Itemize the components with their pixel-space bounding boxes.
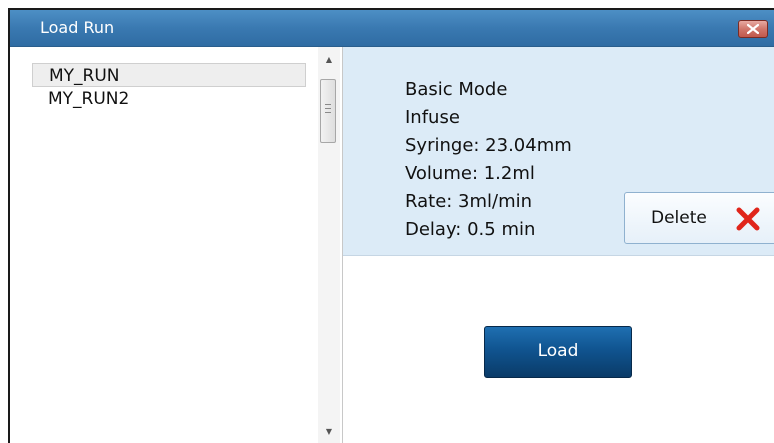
delay-text: Delay: 0.5 min	[405, 219, 536, 240]
direction-text: Infuse	[405, 107, 460, 128]
arrow-up-icon[interactable]: ▲	[318, 51, 340, 69]
volume-text: Volume: 1.2ml	[405, 163, 535, 184]
list-item[interactable]: MY_RUN2	[32, 87, 306, 111]
load-run-window: Load Run MY_RUN MY_RUN2 ▲ ▼ Basic Mode I…	[8, 8, 774, 443]
run-name: MY_RUN2	[48, 89, 130, 109]
scroll-thumb[interactable]	[320, 79, 336, 143]
grip-line	[325, 112, 331, 113]
run-list: MY_RUN MY_RUN2 ▲ ▼	[10, 47, 343, 443]
run-details: Basic Mode Infuse Syringe: 23.04mm Volum…	[343, 47, 774, 256]
delete-label: Delete	[651, 208, 707, 228]
rate-text: Rate: 3ml/min	[405, 191, 533, 212]
window-title: Load Run	[40, 18, 115, 37]
grip-line	[325, 104, 331, 105]
syringe-text: Syringe: 23.04mm	[405, 135, 572, 156]
red-x-icon	[736, 207, 760, 231]
arrow-down-icon[interactable]: ▼	[318, 423, 340, 441]
vertical-scrollbar[interactable]: ▲ ▼	[318, 47, 340, 443]
mode-text: Basic Mode	[405, 79, 508, 100]
load-label: Load	[537, 341, 579, 361]
close-button[interactable]	[738, 20, 768, 38]
run-name: MY_RUN	[49, 66, 120, 86]
close-icon	[747, 24, 759, 34]
delete-button[interactable]: Delete	[624, 192, 774, 244]
title-bar[interactable]: Load Run	[10, 10, 774, 47]
list-item[interactable]: MY_RUN	[32, 63, 306, 87]
load-button[interactable]: Load	[484, 326, 632, 378]
grip-line	[325, 108, 331, 109]
